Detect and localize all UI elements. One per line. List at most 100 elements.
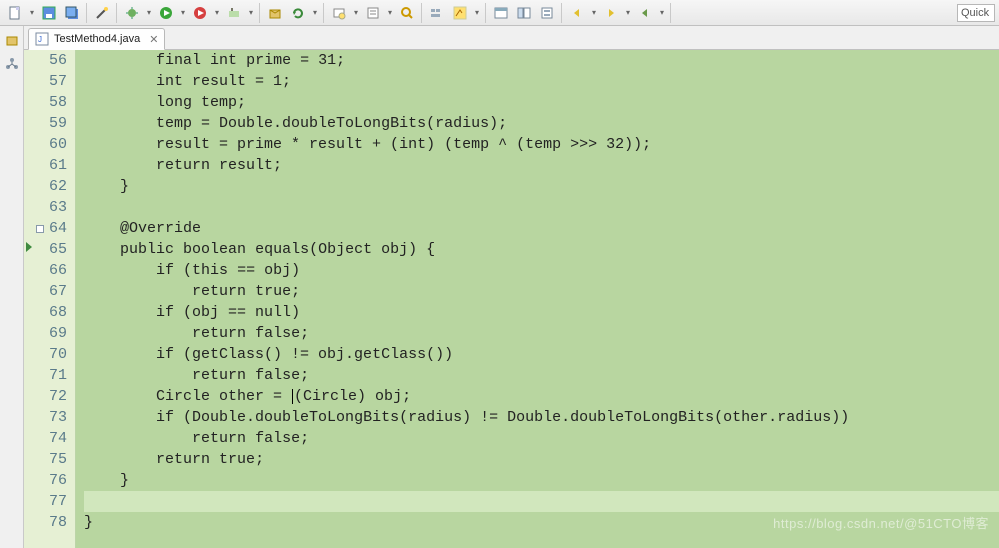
code-line[interactable]: if (this == obj) (84, 260, 999, 281)
line-number: 75 (24, 449, 67, 470)
line-number: 77 (24, 491, 67, 512)
dropdown-arrow-icon[interactable]: ▾ (178, 2, 188, 24)
code-line[interactable] (84, 197, 999, 218)
debug-config-icon[interactable] (121, 2, 143, 24)
forward-icon[interactable] (600, 2, 622, 24)
toolbar-separator (323, 3, 325, 23)
window-icon[interactable] (490, 2, 512, 24)
line-number: 63 (24, 197, 67, 218)
line-number: 71 (24, 365, 67, 386)
line-number: 57 (24, 71, 67, 92)
code-line[interactable]: public boolean equals(Object obj) { (84, 239, 999, 260)
wand-icon[interactable] (91, 2, 113, 24)
refresh-icon[interactable] (287, 2, 309, 24)
new-icon[interactable] (4, 2, 26, 24)
dropdown-arrow-icon[interactable]: ▾ (212, 2, 222, 24)
ext-tools-icon[interactable] (223, 2, 245, 24)
line-number: 70 (24, 344, 67, 365)
close-icon[interactable]: ✕ (149, 33, 158, 46)
override-marker-icon (26, 242, 32, 252)
open-type-icon[interactable] (328, 2, 350, 24)
toolbar-separator (670, 3, 672, 23)
main-area: J TestMethod4.java ✕ 5657585960616263646… (0, 26, 999, 548)
code-line[interactable] (84, 491, 999, 512)
quick-access-input[interactable]: Quick (957, 4, 995, 22)
code-line[interactable]: if (getClass() != obj.getClass()) (84, 344, 999, 365)
line-number: 64 (24, 218, 67, 239)
dropdown-arrow-icon[interactable]: ▾ (472, 2, 482, 24)
dropdown-arrow-icon[interactable]: ▾ (27, 2, 37, 24)
package-explorer-icon[interactable] (4, 32, 20, 48)
dropdown-arrow-icon[interactable]: ▾ (310, 2, 320, 24)
run-last-icon[interactable] (189, 2, 211, 24)
highlight-icon[interactable] (449, 2, 471, 24)
code-line[interactable]: return false; (84, 323, 999, 344)
code-line[interactable]: if (obj == null) (84, 302, 999, 323)
code-line[interactable]: return result; (84, 155, 999, 176)
type-hierarchy-icon[interactable] (4, 56, 20, 72)
code-line[interactable]: return false; (84, 365, 999, 386)
code-line[interactable]: long temp; (84, 92, 999, 113)
dropdown-arrow-icon[interactable]: ▾ (351, 2, 361, 24)
dropdown-arrow-icon[interactable]: ▾ (144, 2, 154, 24)
line-number: 69 (24, 323, 67, 344)
toolbar-separator (485, 3, 487, 23)
code-editor[interactable]: 5657585960616263646566676869707172737475… (24, 50, 999, 548)
save-all-icon[interactable] (61, 2, 83, 24)
dropdown-arrow-icon[interactable]: ▾ (246, 2, 256, 24)
line-number: 56 (24, 50, 67, 71)
editor-zone: J TestMethod4.java ✕ 5657585960616263646… (24, 26, 999, 548)
code-line[interactable]: result = prime * result + (int) (temp ^ … (84, 134, 999, 155)
dropdown-arrow-icon[interactable]: ▾ (589, 2, 599, 24)
search-icon[interactable] (396, 2, 418, 24)
outline-icon[interactable] (536, 2, 558, 24)
editor-tab[interactable]: J TestMethod4.java ✕ (28, 28, 165, 50)
code-line[interactable]: @Override (84, 218, 999, 239)
line-number: 68 (24, 302, 67, 323)
fold-toggle-icon[interactable] (36, 225, 44, 233)
toolbar-separator (561, 3, 563, 23)
new-package-icon[interactable] (264, 2, 286, 24)
dropdown-arrow-icon[interactable]: ▾ (623, 2, 633, 24)
line-number: 60 (24, 134, 67, 155)
line-number: 66 (24, 260, 67, 281)
code-line[interactable]: if (Double.doubleToLongBits(radius) != D… (84, 407, 999, 428)
code-line[interactable]: } (84, 176, 999, 197)
line-number: 73 (24, 407, 67, 428)
code-line[interactable]: return false; (84, 428, 999, 449)
line-gutter: 5657585960616263646566676869707172737475… (24, 50, 76, 548)
code-line[interactable]: Circle other = (Circle) obj; (84, 386, 999, 407)
line-number: 78 (24, 512, 67, 533)
dropdown-arrow-icon[interactable]: ▾ (657, 2, 667, 24)
layout-icon[interactable] (513, 2, 535, 24)
line-number: 67 (24, 281, 67, 302)
line-number: 61 (24, 155, 67, 176)
code-line[interactable]: final int prime = 31; (84, 50, 999, 71)
svg-text:J: J (38, 35, 42, 44)
open-task-icon[interactable] (362, 2, 384, 24)
back-icon[interactable] (566, 2, 588, 24)
code-line[interactable]: return true; (84, 449, 999, 470)
line-number: 76 (24, 470, 67, 491)
code-text[interactable]: final int prime = 31; int result = 1; lo… (76, 50, 999, 548)
code-line[interactable]: return true; (84, 281, 999, 302)
save-icon[interactable] (38, 2, 60, 24)
toolbar-separator (116, 3, 118, 23)
code-line[interactable]: int result = 1; (84, 71, 999, 92)
code-line[interactable]: } (84, 470, 999, 491)
dropdown-arrow-icon[interactable]: ▾ (385, 2, 395, 24)
toggle-breadcrumb-icon[interactable] (426, 2, 448, 24)
code-line[interactable]: } (84, 512, 999, 533)
code-line[interactable]: temp = Double.doubleToLongBits(radius); (84, 113, 999, 134)
toolbar-separator (86, 3, 88, 23)
java-file-icon: J (35, 32, 49, 46)
editor-tab-label: TestMethod4.java (54, 33, 140, 45)
line-number: 72 (24, 386, 67, 407)
main-toolbar: ▾ ▾ ▾ ▾ ▾ ▾ ▾ ▾ ▾ ▾ ▾ ▾ Quick (0, 0, 999, 26)
toolbar-separator (421, 3, 423, 23)
toolbar-separator (259, 3, 261, 23)
line-number: 62 (24, 176, 67, 197)
nav-back-icon[interactable] (634, 2, 656, 24)
line-number: 65 (24, 239, 67, 260)
run-icon[interactable] (155, 2, 177, 24)
